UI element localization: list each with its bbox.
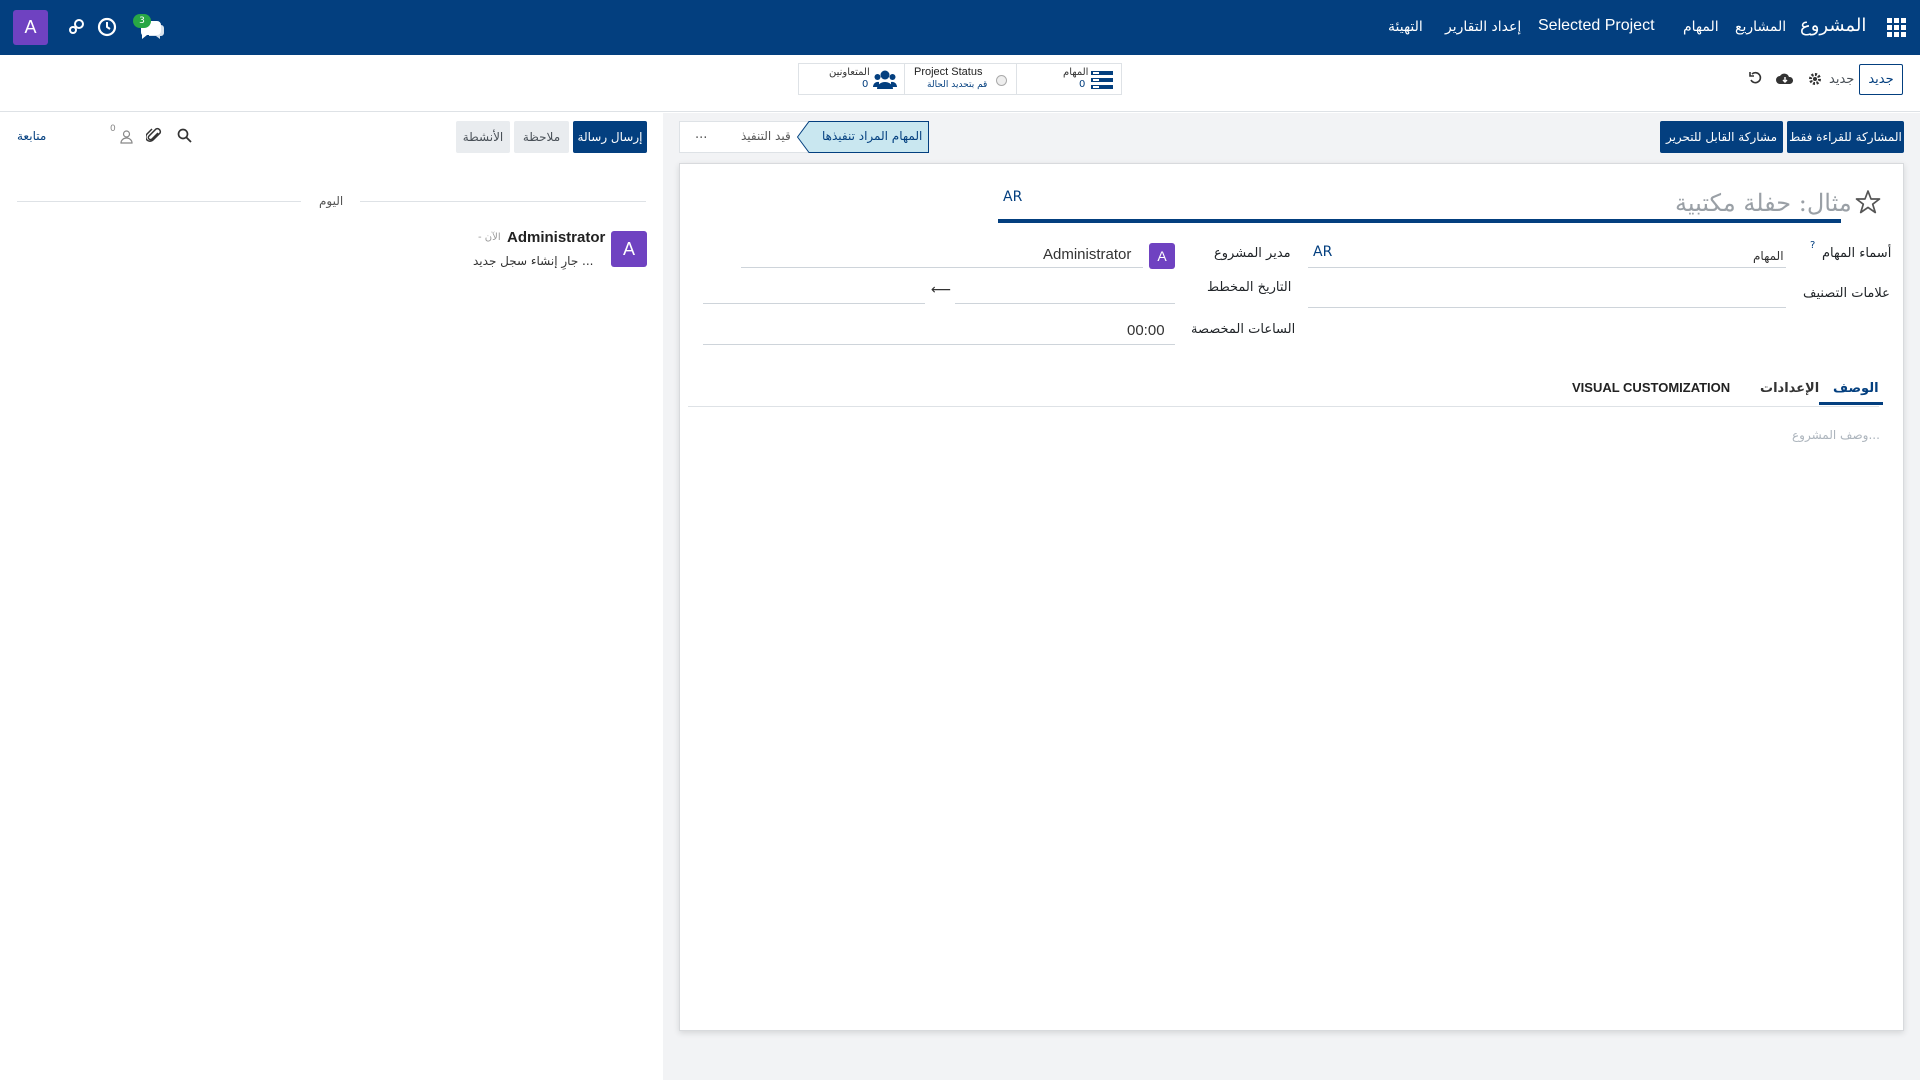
stat-tasks-count: 0 (1079, 79, 1086, 90)
tags-label: علامات التصنيف (1803, 286, 1890, 301)
project-name-underline (998, 219, 1841, 223)
stage-in-progress[interactable]: قيد التنفيذ (741, 129, 791, 143)
new-button[interactable]: جديد (1859, 64, 1903, 95)
app-name[interactable]: المشروع (1800, 15, 1866, 36)
stat-tasks-button[interactable]: المهام 0 (1016, 63, 1122, 95)
gear-icon[interactable] (1808, 71, 1822, 85)
message-time: - الآن (478, 232, 501, 243)
stat-status-label: Project Status (914, 66, 983, 78)
task-names-underline (1308, 267, 1786, 268)
debug-icon[interactable] (68, 18, 86, 36)
share-editable-button[interactable]: مشاركة القابل للتحرير (1660, 121, 1783, 153)
discard-undo-icon[interactable] (1748, 70, 1763, 85)
followers-user-icon[interactable] (120, 129, 133, 144)
send-message-button[interactable]: إرسال رسالة (573, 121, 647, 153)
save-cloud-icon[interactable] (1776, 71, 1794, 85)
allocated-hours-label: الساعات المخصصة (1191, 322, 1296, 337)
project-manager-input[interactable]: Administrator (1043, 246, 1131, 263)
tasks-list-icon (1091, 70, 1113, 90)
message-body: جارِ إنشاء سجل جديد ... (473, 254, 594, 268)
search-messages-icon[interactable] (177, 128, 192, 143)
share-readonly-button[interactable]: المشاركة للقراءة فقط (1787, 121, 1904, 153)
menu-projects[interactable]: المشاريع (1735, 19, 1786, 35)
follow-button[interactable]: متابعة (17, 129, 46, 143)
log-note-button[interactable]: ملاحظة (514, 121, 569, 153)
stat-tasks-label: المهام (1063, 67, 1089, 78)
stage-more[interactable]: ... (695, 127, 707, 142)
message-author[interactable]: Administrator (507, 229, 605, 246)
attachment-paperclip-icon[interactable] (145, 127, 162, 144)
record-breadcrumb: جديد (1829, 72, 1855, 87)
tab-visual-customization[interactable]: VISUAL CUSTOMIZATION (1572, 380, 1730, 395)
today-separator-label: اليوم (319, 194, 344, 208)
task-names-lang[interactable]: AR (1313, 244, 1332, 260)
today-separator-line-right (360, 201, 646, 202)
date-range-arrow-icon: ⟵ (931, 282, 952, 298)
user-avatar[interactable]: A (13, 10, 48, 45)
activities-button[interactable]: الأنشطة (456, 121, 510, 153)
tab-description[interactable]: الوصف (1833, 381, 1879, 396)
users-icon (872, 69, 898, 91)
tabs-divider (688, 406, 1879, 407)
description-editor[interactable]: وصف المشروع... (1792, 428, 1880, 442)
task-names-input[interactable]: المهام (1753, 249, 1784, 263)
stat-collaborators-count: 0 (862, 79, 869, 90)
menu-tasks[interactable]: المهام (1683, 19, 1719, 35)
tab-description-active-bar (1819, 402, 1883, 405)
tags-input[interactable] (1308, 307, 1786, 308)
main-navbar: المشروع المشاريع المهام Selected Project… (0, 0, 1920, 55)
menu-selected-project[interactable]: Selected Project (1538, 17, 1655, 35)
message-author-avatar: A (611, 231, 647, 267)
manager-avatar: A (1149, 243, 1175, 269)
stage-todo[interactable]: المهام المراد تنفيذها (797, 121, 929, 153)
activity-clock-icon[interactable] (97, 17, 117, 37)
planned-date-label: التاريخ المخطط (1207, 280, 1292, 295)
stat-collaborators-button[interactable]: المتعاونين 0 (798, 63, 905, 95)
project-name-lang[interactable]: AR (1003, 189, 1022, 205)
manager-underline (741, 267, 1143, 268)
planned-date-start-input[interactable] (955, 303, 1175, 304)
allocated-hours-input[interactable]: 00:00 (1127, 322, 1165, 339)
project-name-input[interactable]: مثال: حفلة مكتبية (1675, 189, 1852, 217)
menu-configuration[interactable]: التهيئة (1388, 19, 1423, 35)
task-names-help-icon[interactable]: ? (1810, 240, 1815, 251)
stat-status-sub: قم بتحديد الحالة (927, 80, 988, 90)
stage-todo-label: المهام المراد تنفيذها (822, 129, 923, 143)
planned-date-end-input[interactable] (703, 303, 925, 304)
tab-settings[interactable]: الإعدادات (1760, 381, 1819, 396)
followers-count: 0 (110, 124, 116, 134)
stat-project-status-button[interactable]: Project Status قم بتحديد الحالة (904, 63, 1017, 95)
allocated-hours-underline (703, 344, 1175, 345)
messages-badge: 3 (133, 14, 151, 28)
stat-collaborators-label: المتعاونين (829, 67, 870, 78)
status-circle-icon (996, 75, 1007, 86)
menu-reporting[interactable]: إعداد التقارير (1445, 19, 1521, 35)
favorite-star-icon[interactable] (1855, 189, 1881, 215)
today-separator-line-left (17, 201, 301, 202)
apps-menu-icon[interactable] (1887, 18, 1907, 38)
task-names-label: أسماء المهام (1822, 246, 1892, 261)
project-manager-label: مدير المشروع (1214, 246, 1291, 261)
form-sheet (679, 163, 1904, 1031)
